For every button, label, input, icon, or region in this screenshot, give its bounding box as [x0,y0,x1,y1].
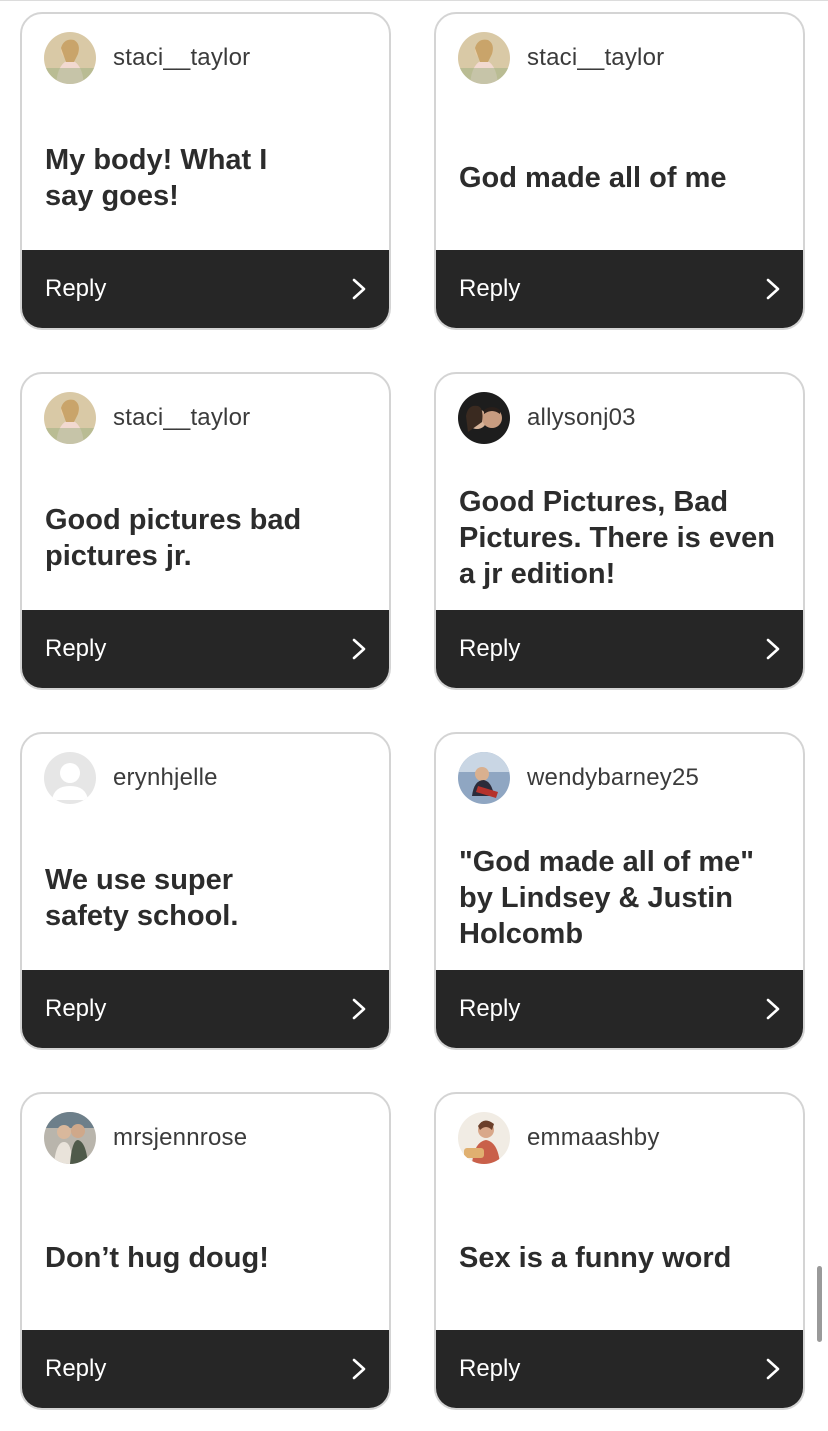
top-divider [0,0,828,1]
comment-card: erynhjelle We use super safety school. R… [20,732,391,1050]
avatar[interactable] [44,392,96,444]
username[interactable]: staci__taylor [113,44,250,72]
username[interactable]: erynhjelle [113,764,218,792]
reply-button[interactable]: Reply [436,250,803,328]
comment-text: God made all of me [459,162,727,194]
comment-text: We use super safety school. [45,864,239,932]
comment-card: allysonj03 Good Pictures, Bad Pictures. … [434,372,805,690]
reply-label: Reply [45,995,107,1022]
reply-label: Reply [45,275,107,302]
username[interactable]: wendybarney25 [527,764,699,792]
chevron-right-icon [766,278,780,300]
comment-card: staci__taylor God made all of me Reply [434,12,805,330]
comment-header: staci__taylor [44,392,250,444]
comment-card: staci__taylor My body! What I say goes! … [20,12,391,330]
comment-header: emmaashby [458,1112,660,1164]
chevron-right-icon [766,998,780,1020]
reply-button[interactable]: Reply [22,1330,389,1408]
reply-button[interactable]: Reply [22,970,389,1048]
comment-text: Good pictures bad pictures jr. [45,504,302,572]
chevron-right-icon [352,1358,366,1380]
comment-header: staci__taylor [458,32,664,84]
chevron-right-icon [352,638,366,660]
avatar[interactable] [458,32,510,84]
comment-header: wendybarney25 [458,752,699,804]
reply-button[interactable]: Reply [22,250,389,328]
reply-label: Reply [459,275,521,302]
reply-button[interactable]: Reply [436,610,803,688]
reply-button[interactable]: Reply [436,1330,803,1408]
scrollbar[interactable] [817,1266,822,1342]
reply-label: Reply [45,1355,107,1382]
reply-label: Reply [459,1355,521,1382]
reply-label: Reply [459,635,521,662]
chevron-right-icon [352,998,366,1020]
reply-button[interactable]: Reply [22,610,389,688]
username[interactable]: mrsjennrose [113,1124,247,1152]
avatar[interactable] [44,1112,96,1164]
reply-label: Reply [45,635,107,662]
comment-header: allysonj03 [458,392,636,444]
username[interactable]: emmaashby [527,1124,660,1152]
avatar[interactable] [458,1112,510,1164]
username[interactable]: allysonj03 [527,404,636,432]
comment-header: mrsjennrose [44,1112,247,1164]
chevron-right-icon [352,278,366,300]
chevron-right-icon [766,1358,780,1380]
reply-label: Reply [459,995,521,1022]
username[interactable]: staci__taylor [113,404,250,432]
comment-card: mrsjennrose Don’t hug doug! Reply [20,1092,391,1410]
comment-header: staci__taylor [44,32,250,84]
reply-button[interactable]: Reply [436,970,803,1048]
avatar[interactable] [44,32,96,84]
comment-header: erynhjelle [44,752,218,804]
chevron-right-icon [766,638,780,660]
comment-text: Don’t hug doug! [45,1242,269,1274]
comment-card: emmaashby Sex is a funny word Reply [434,1092,805,1410]
comment-text: My body! What I say goes! [45,144,268,212]
username[interactable]: staci__taylor [527,44,664,72]
comment-text: "God made all of me" by Lindsey & Justin… [459,846,754,950]
comment-card: wendybarney25 "God made all of me" by Li… [434,732,805,1050]
avatar[interactable] [458,752,510,804]
comment-text: Sex is a funny word [459,1242,732,1274]
comment-text: Good Pictures, Bad Pictures. There is ev… [459,486,775,590]
comment-card: staci__taylor Good pictures bad pictures… [20,372,391,690]
avatar[interactable] [44,752,96,804]
avatar[interactable] [458,392,510,444]
